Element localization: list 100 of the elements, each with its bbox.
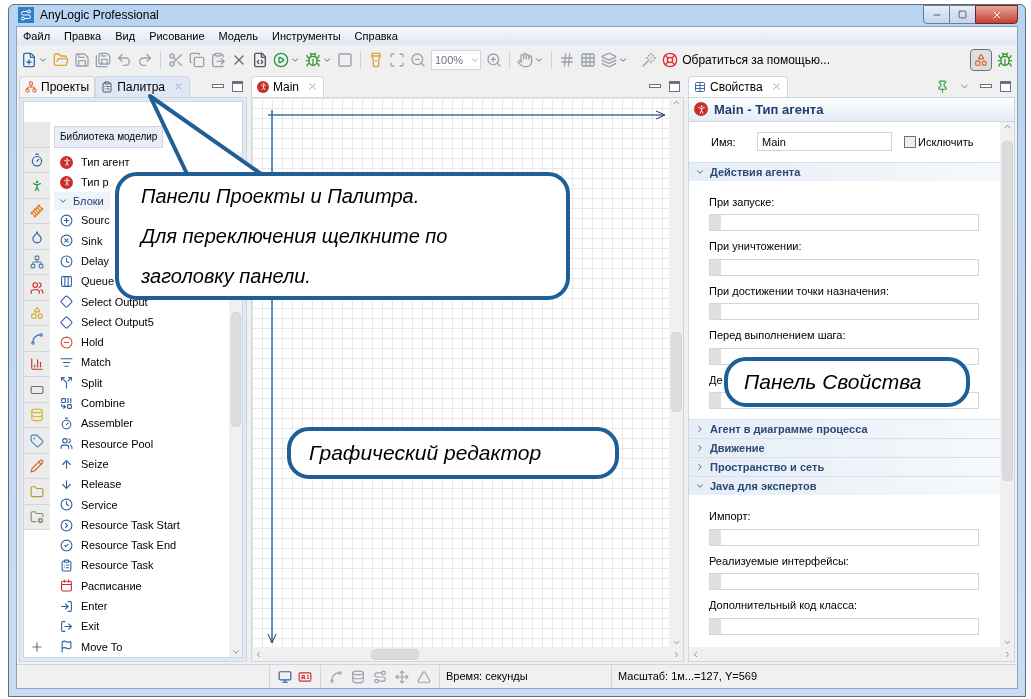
palette-item[interactable]: Resource Pool: [54, 433, 154, 455]
section-header[interactable]: Пространство и сеть: [689, 457, 1000, 477]
menu-item[interactable]: Справка: [354, 27, 398, 45]
scroll-thumb[interactable]: [670, 332, 682, 413]
category-button[interactable]: [24, 479, 50, 505]
category-button[interactable]: [24, 147, 50, 174]
section-header[interactable]: Движение: [689, 438, 1000, 458]
rail-track-icon: [30, 204, 44, 219]
library-header[interactable]: Библиотека моделир: [54, 125, 164, 148]
zoom-fit-icon: [389, 51, 405, 68]
palette-item[interactable]: Enter: [54, 596, 108, 617]
category-button[interactable]: [24, 504, 50, 531]
palette-item[interactable]: Queue: [54, 271, 115, 292]
menu-item[interactable]: Правка: [64, 27, 102, 45]
palette-item[interactable]: Sink: [54, 230, 103, 252]
name-field[interactable]: Main: [757, 132, 892, 152]
exclude-checkbox[interactable]: Исключить: [904, 133, 974, 151]
scroll-thumb[interactable]: [230, 311, 241, 427]
maximize-view-button[interactable]: [1000, 80, 1011, 92]
code-field[interactable]: [709, 258, 979, 276]
palette-item[interactable]: Resource Task End: [54, 535, 177, 556]
perspective-button[interactable]: [970, 48, 992, 71]
panel-tab[interactable]: Палитра: [95, 75, 190, 97]
minimize-view-button[interactable]: [980, 84, 992, 89]
horizontal-scrollbar[interactable]: [689, 647, 1014, 661]
palette-item[interactable]: Select Output: [54, 291, 148, 312]
field-label: При запуске:: [709, 194, 775, 210]
code-field[interactable]: [709, 303, 979, 321]
palette-item[interactable]: Resource Task Start: [54, 514, 180, 536]
palette-item[interactable]: Assembler: [54, 413, 133, 434]
section-header[interactable]: Агент в диаграмме процесса: [689, 419, 1000, 439]
close-button[interactable]: [975, 5, 1018, 24]
category-button[interactable]: [24, 351, 50, 378]
palette-item[interactable]: Service: [54, 494, 118, 515]
menu-item[interactable]: Рисование: [149, 27, 205, 45]
minimize-button[interactable]: [923, 5, 950, 24]
code-field[interactable]: [709, 573, 979, 591]
scroll-thumb[interactable]: [1001, 140, 1013, 481]
category-button[interactable]: [24, 428, 50, 454]
palette-item[interactable]: Delay: [54, 251, 110, 272]
maximize-view-button[interactable]: [232, 80, 243, 92]
palette-item[interactable]: Hold: [54, 332, 104, 353]
palette-item[interactable]: Select Output5: [54, 311, 154, 333]
palette-item[interactable]: Release: [54, 474, 122, 495]
section-header[interactable]: Действия агента: [689, 161, 1000, 181]
timer-icon: [60, 417, 73, 431]
minimize-view-button[interactable]: [649, 84, 661, 89]
palette-item[interactable]: Combine: [54, 393, 126, 414]
properties-tab[interactable]: Свойства: [688, 75, 788, 97]
clock-icon: [60, 498, 73, 512]
menu-item[interactable]: Инструменты: [272, 27, 341, 45]
menu-item[interactable]: Вид: [115, 27, 136, 45]
scroll-left-icon: [254, 649, 263, 659]
section-header[interactable]: Java для экспертов: [689, 476, 1000, 496]
palette-item[interactable]: Тип р: [54, 172, 109, 193]
code-field[interactable]: [709, 617, 979, 635]
palette-item[interactable]: Match: [54, 352, 111, 373]
palette-item[interactable]: Resource Task: [54, 555, 154, 576]
category-button[interactable]: [24, 173, 50, 199]
category-button[interactable]: [24, 224, 50, 250]
section-header[interactable]: Блоки: [54, 192, 110, 211]
copy-icon: [189, 51, 205, 68]
menu-item[interactable]: Модель: [218, 27, 258, 45]
palette-item[interactable]: Exit: [54, 616, 100, 637]
cut-icon: [168, 51, 184, 68]
help-button[interactable]: Обратиться за помощью...: [662, 48, 830, 71]
editor-tab[interactable]: Main: [251, 75, 324, 97]
maximize-view-button[interactable]: [669, 80, 680, 92]
scroll-thumb[interactable]: [371, 648, 419, 660]
category-button[interactable]: [24, 275, 50, 301]
palette-item[interactable]: Sourc: [54, 210, 110, 231]
category-button[interactable]: [24, 453, 50, 480]
category-button[interactable]: [24, 377, 50, 403]
minimize-view-button[interactable]: [212, 84, 224, 89]
arrow-down-icon: [60, 477, 73, 491]
palette-item[interactable]: Расписание: [54, 575, 142, 597]
network-icon: [30, 255, 44, 270]
scroll-down-icon: [230, 647, 241, 657]
save-all-icon: [95, 51, 111, 68]
category-button[interactable]: [24, 326, 50, 352]
category-button[interactable]: [24, 198, 50, 225]
diamond-icon: [60, 295, 73, 309]
zoom-combo[interactable]: 100%: [431, 49, 481, 70]
palette-item[interactable]: Тип агент: [54, 151, 130, 173]
palette-item[interactable]: Split: [54, 372, 103, 394]
maximize-button[interactable]: [950, 5, 975, 24]
code-field[interactable]: [709, 214, 979, 232]
category-button[interactable]: [24, 249, 50, 276]
vertical-scrollbar[interactable]: [1000, 121, 1014, 647]
palette-item[interactable]: Move To: [54, 636, 123, 657]
timer-icon: [30, 153, 44, 168]
scroll-down-icon: [1002, 638, 1012, 647]
horizontal-scrollbar[interactable]: [252, 647, 683, 661]
circle-x-icon: [60, 234, 73, 248]
palette-item[interactable]: Seize: [54, 454, 109, 475]
menu-item[interactable]: Файл: [23, 27, 51, 45]
panel-tab[interactable]: Проекты: [19, 75, 96, 97]
vertical-scrollbar[interactable]: [669, 97, 683, 647]
combine-icon: [60, 396, 73, 410]
code-field[interactable]: [709, 528, 979, 546]
